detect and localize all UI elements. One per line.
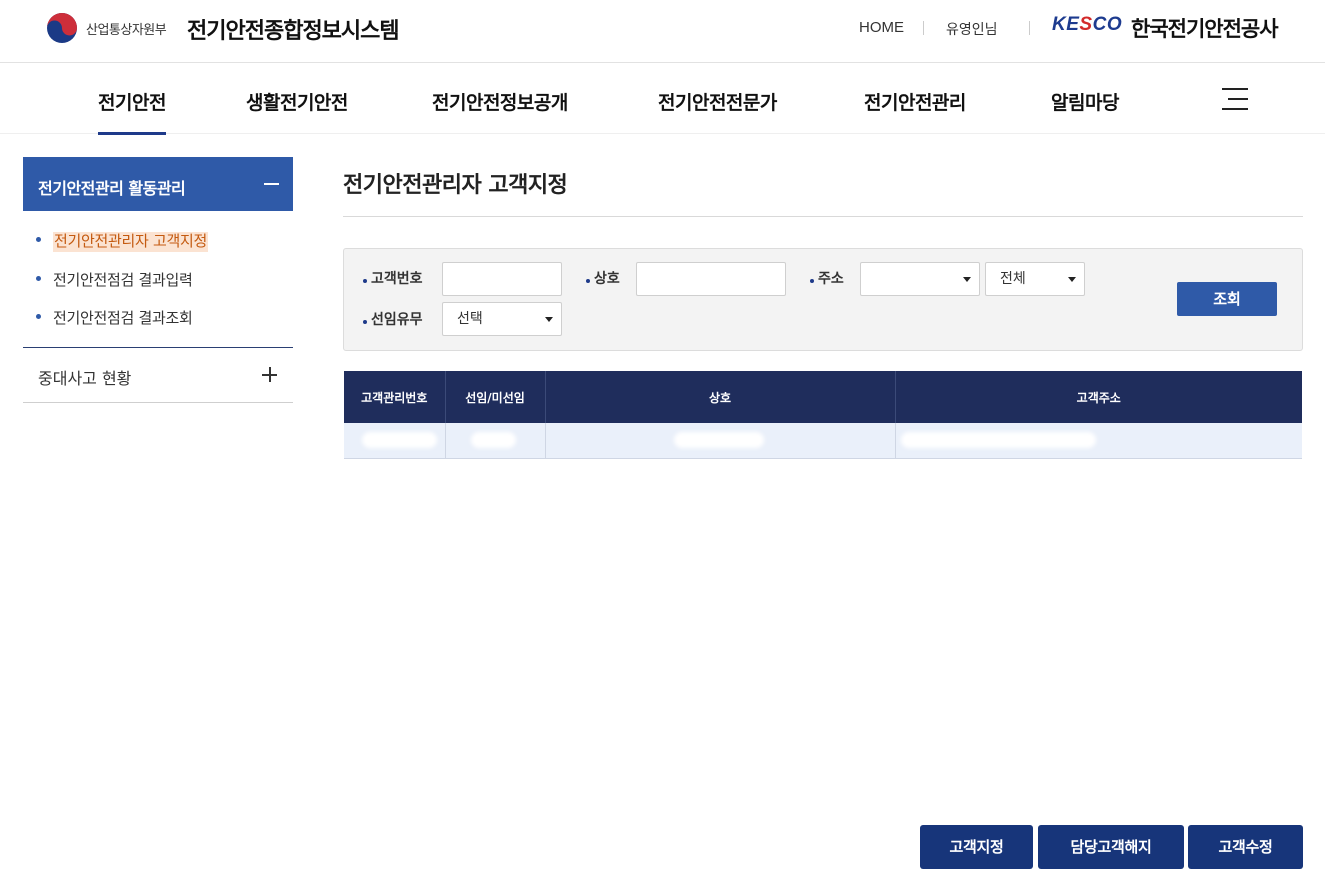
gnb-item-experts[interactable]: 전기안전전문가 <box>658 88 777 115</box>
page-title: 전기안전관리자 고객지정 <box>343 173 568 198</box>
bullet-icon <box>36 314 41 319</box>
table-header-row: 고객관리번호 선임/미선임 상호 고객주소 <box>344 371 1302 423</box>
address-district-select[interactable]: 전체 <box>985 262 1085 296</box>
expand-icon[interactable] <box>262 367 277 382</box>
column-header[interactable]: 선임/미선임 <box>445 371 546 423</box>
divider <box>343 216 1303 217</box>
table-cell[interactable] <box>545 423 896 459</box>
table-cell[interactable] <box>344 423 446 459</box>
system-title[interactable]: 전기안전종합정보시스템 <box>187 13 400 45</box>
customer-table: 고객관리번호 선임/미선임 상호 고객주소 <box>344 371 1302 459</box>
ministry-name: 산업통상자원부 <box>86 23 167 38</box>
customer-no-label: 고객번호 <box>363 268 423 288</box>
gnb-item-info-disclosure[interactable]: 전기안전정보공개 <box>432 88 568 115</box>
sidebar-section-header[interactable]: 전기안전관리 활동관리 <box>23 157 293 211</box>
kesco-logo[interactable]: KESCO <box>1052 14 1122 36</box>
sidebar-item-inspection-lookup[interactable]: 전기안전점검 결과조회 <box>36 307 193 328</box>
table-cell[interactable] <box>895 423 1302 459</box>
assign-customer-button[interactable]: 고객지정 <box>920 825 1033 869</box>
kesco-name[interactable]: 한국전기안전공사 <box>1131 13 1279 43</box>
address-province-select[interactable] <box>860 262 980 296</box>
divider <box>1029 21 1030 35</box>
column-header[interactable]: 고객주소 <box>895 371 1302 423</box>
top-header: 산업통상자원부 전기안전종합정보시스템 HOME 유영인님 KESCO 한국전기… <box>0 0 1325 63</box>
sidebar-item-inspection-input[interactable]: 전기안전점검 결과입력 <box>36 269 193 290</box>
gnb-item-safety-management[interactable]: 전기안전관리 <box>864 88 966 115</box>
redacted-value <box>470 432 516 448</box>
collapse-icon[interactable] <box>264 183 279 185</box>
sidebar-item-major-accidents[interactable]: 중대사고 현황 <box>38 365 131 389</box>
redacted-value <box>673 432 764 448</box>
sidebar-section-title: 전기안전관리 활동관리 <box>38 179 186 198</box>
divider <box>923 21 924 35</box>
search-button[interactable]: 조회 <box>1177 282 1277 316</box>
column-header[interactable]: 고객관리번호 <box>344 371 446 423</box>
gnb-item-notice[interactable]: 알림마당 <box>1051 88 1119 115</box>
divider <box>23 402 293 403</box>
divider <box>23 347 293 348</box>
appointed-select[interactable]: 선택 <box>442 302 562 336</box>
appointed-label: 선임유무 <box>363 309 423 329</box>
home-link[interactable]: HOME <box>859 19 904 36</box>
main-navigation: 전기안전 생활전기안전 전기안전정보공개 전기안전전문가 전기안전관리 알림마당 <box>0 64 1325 135</box>
bullet-icon <box>36 276 41 281</box>
edit-customer-button[interactable]: 고객수정 <box>1188 825 1303 869</box>
bullet-icon <box>36 237 41 242</box>
company-input[interactable] <box>636 262 786 296</box>
release-customer-button[interactable]: 담당고객해지 <box>1038 825 1184 869</box>
column-header[interactable]: 상호 <box>545 371 896 423</box>
redacted-value <box>900 432 1096 448</box>
company-label: 상호 <box>586 268 620 288</box>
table-row[interactable] <box>344 423 1302 459</box>
address-label: 주소 <box>810 268 844 288</box>
gnb-item-electric-safety[interactable]: 전기안전 <box>98 88 166 135</box>
gnb-item-living-electric-safety[interactable]: 생활전기안전 <box>246 88 348 115</box>
sidebar-item-customer-assign[interactable]: 전기안전관리자 고객지정 <box>36 230 208 252</box>
table-cell[interactable] <box>445 423 546 459</box>
redacted-value <box>362 432 437 448</box>
customer-no-input[interactable] <box>442 262 562 296</box>
government-emblem-icon <box>47 13 77 43</box>
user-name[interactable]: 유영인님 <box>946 19 998 39</box>
hamburger-icon[interactable] <box>1222 88 1248 110</box>
